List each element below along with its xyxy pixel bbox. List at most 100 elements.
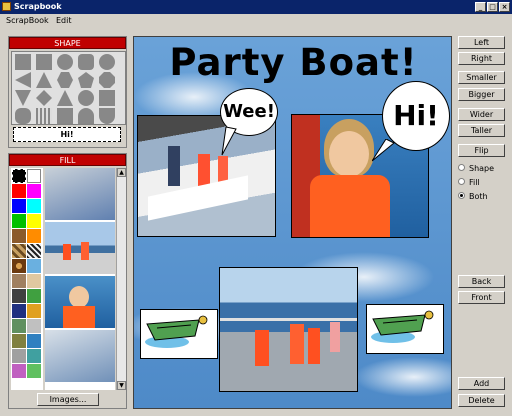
wider-button[interactable]: Wider [458, 108, 505, 121]
swatch-texture-olive[interactable] [12, 334, 26, 348]
smaller-button[interactable]: Smaller [458, 71, 505, 84]
maximize-button[interactable]: □ [487, 2, 498, 12]
shape-striped[interactable] [36, 108, 52, 124]
shape-rounded-square[interactable] [78, 54, 94, 70]
swatch-texture-stone[interactable] [12, 274, 26, 288]
swatch-texture-sky[interactable] [27, 259, 41, 273]
shape-diamond[interactable] [36, 90, 52, 106]
fill-panel-header: FILL [9, 154, 126, 166]
shape-pentagon[interactable] [78, 72, 94, 88]
photo-thumbnail-list [45, 168, 115, 390]
swatch-texture-teal[interactable] [27, 349, 41, 363]
add-button[interactable]: Add [458, 377, 505, 390]
swatch-blue[interactable] [12, 199, 26, 213]
front-button[interactable]: Front [458, 291, 505, 304]
shape-panel-header: SHAPE [9, 37, 126, 49]
swatch-texture-violet[interactable] [12, 364, 26, 378]
photo-figure [330, 322, 340, 352]
fill-panel: FILL ▲ ▼ Images... [8, 153, 127, 409]
swatch-red[interactable] [12, 184, 26, 198]
shape-square-3[interactable] [99, 90, 115, 106]
swatch-green[interactable] [12, 214, 26, 228]
swatch-texture-leopard[interactable] [12, 259, 26, 273]
left-button[interactable]: Left [458, 36, 505, 49]
shape-square[interactable] [15, 54, 31, 70]
swatch-texture-lime[interactable] [27, 364, 41, 378]
swatch-brown[interactable] [12, 229, 26, 243]
photo-thumbnail[interactable] [45, 168, 115, 220]
swatch-texture-gray[interactable] [12, 349, 26, 363]
radio-shape-dot[interactable] [458, 164, 465, 171]
boat-clipart-left[interactable] [140, 309, 218, 359]
shape-oval[interactable] [78, 90, 94, 106]
photo-group-boat[interactable] [219, 267, 358, 392]
radio-fill-dot[interactable] [458, 178, 465, 185]
radio-fill-label: Fill [469, 178, 480, 187]
photo-figure [308, 328, 320, 364]
swatch-white[interactable] [27, 169, 41, 183]
swatch-texture-gold[interactable] [27, 304, 41, 318]
page-title[interactable]: Party Boat! [134, 41, 451, 84]
photo-figure [81, 242, 89, 260]
shape-hexagon[interactable] [57, 72, 73, 88]
shape-arch[interactable] [78, 108, 94, 124]
bigger-button[interactable]: Bigger [458, 88, 505, 101]
swatch-texture-zebra[interactable] [27, 244, 41, 258]
swatch-black[interactable] [12, 169, 26, 183]
swatch-texture-wood[interactable] [12, 244, 26, 258]
photo-figure [168, 146, 180, 186]
swatch-texture-silver[interactable] [27, 319, 41, 333]
shape-square-2[interactable] [36, 54, 52, 70]
photo-face [329, 131, 369, 177]
radio-fill[interactable]: Fill [458, 178, 480, 188]
radio-both-dot[interactable] [458, 192, 465, 199]
swatch-cyan[interactable] [27, 199, 41, 213]
photo-thumbnail[interactable] [45, 276, 115, 328]
shape-preview: Hi! [13, 127, 121, 142]
shape-triangle-left[interactable] [15, 72, 31, 88]
radio-both[interactable]: Both [458, 192, 488, 202]
menu-edit[interactable]: Edit [56, 16, 72, 25]
swatch-texture-grass[interactable] [27, 289, 41, 303]
swatch-texture-water[interactable] [27, 334, 41, 348]
rowboat-icon [371, 310, 434, 343]
swatch-texture-sand[interactable] [27, 274, 41, 288]
swatch-column [11, 168, 43, 390]
shape-rounded-rect[interactable] [15, 108, 31, 124]
swatch-orange[interactable] [27, 229, 41, 243]
fill-scrollbar[interactable]: ▲ ▼ [116, 168, 126, 390]
photo-thumbnail[interactable] [45, 222, 115, 274]
shape-triangle-down[interactable] [15, 90, 31, 106]
scroll-up-arrow-icon[interactable]: ▲ [117, 168, 126, 177]
flip-button[interactable]: Flip [458, 144, 505, 157]
menu-bar: ScrapBook Edit [0, 14, 512, 28]
radio-shape-label: Shape [469, 164, 495, 173]
swatch-texture-navy[interactable] [12, 304, 26, 318]
minimize-button[interactable]: _ [475, 2, 486, 12]
shape-triangle-up-2[interactable] [57, 90, 73, 106]
swatch-texture-dark[interactable] [12, 289, 26, 303]
swatch-magenta[interactable] [27, 184, 41, 198]
shape-panel: SHAPE Hi! [8, 36, 127, 148]
swatch-texture-moss[interactable] [12, 319, 26, 333]
images-button[interactable]: Images... [37, 393, 99, 406]
scrapbook-canvas[interactable]: Party Boat! Wee! Hi! [133, 36, 452, 409]
shape-triangle-up[interactable] [36, 72, 52, 88]
shape-circle[interactable] [57, 54, 73, 70]
shape-square-4[interactable] [57, 108, 73, 124]
photo-thumbnail[interactable] [45, 330, 115, 382]
swatch-yellow[interactable] [27, 214, 41, 228]
menu-scrapbook[interactable]: ScrapBook [6, 16, 49, 25]
boat-clipart-right[interactable] [366, 304, 444, 354]
shape-cup[interactable] [99, 108, 115, 124]
delete-button[interactable]: Delete [458, 394, 505, 407]
close-button[interactable]: × [499, 2, 510, 12]
right-button[interactable]: Right [458, 52, 505, 65]
shape-circle-2[interactable] [99, 54, 115, 70]
back-button[interactable]: Back [458, 275, 505, 288]
taller-button[interactable]: Taller [458, 124, 505, 137]
shape-grid [11, 51, 126, 125]
shape-octagon[interactable] [99, 72, 115, 88]
scroll-down-arrow-icon[interactable]: ▼ [117, 381, 126, 390]
radio-shape[interactable]: Shape [458, 164, 494, 174]
